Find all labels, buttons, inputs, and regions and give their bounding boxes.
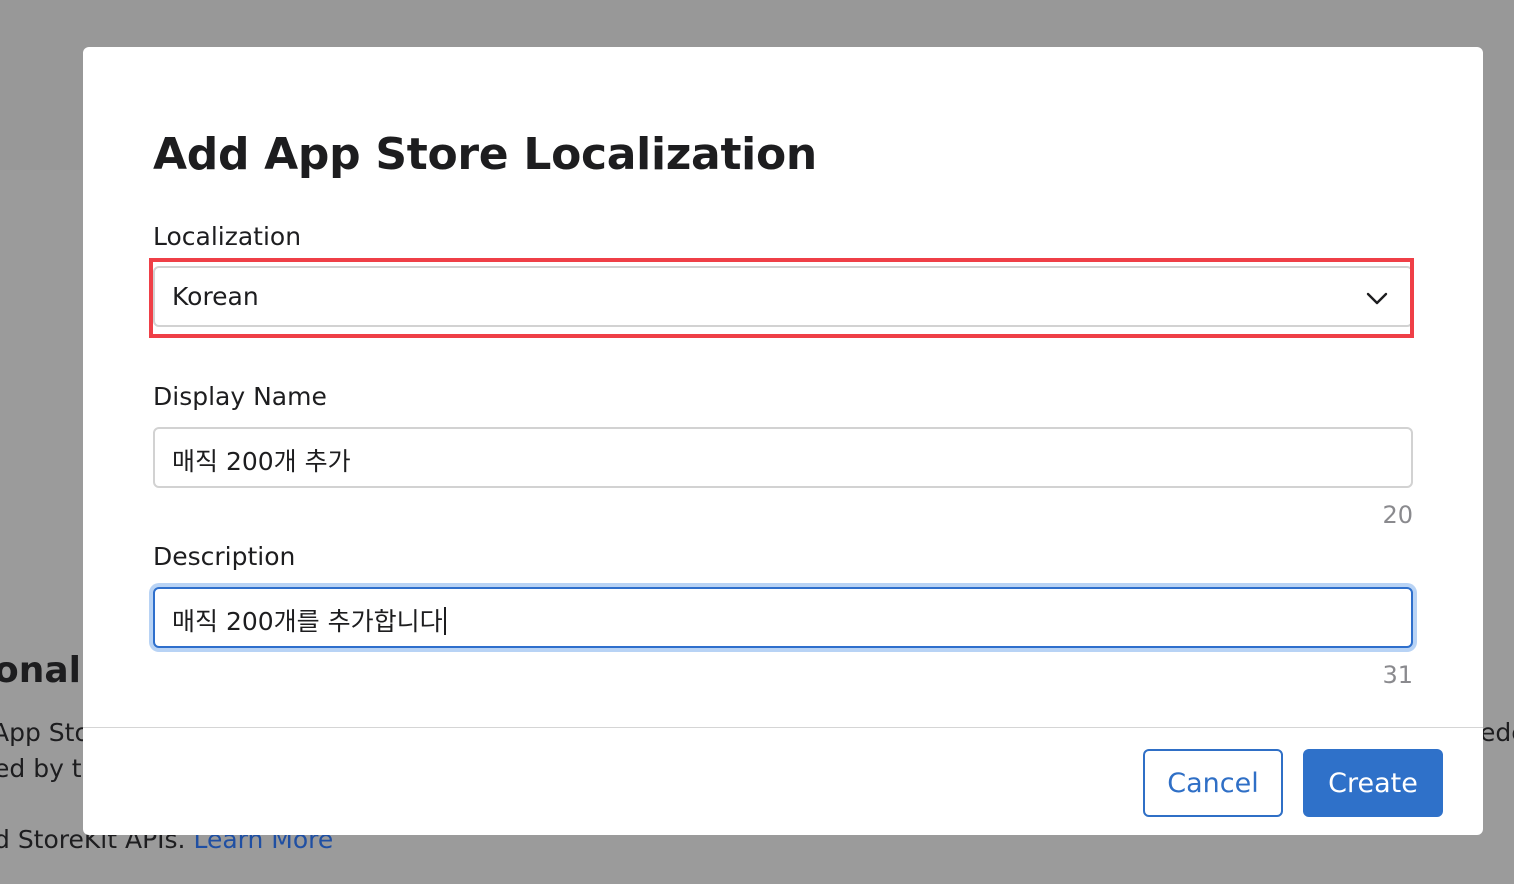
display-name-label: Display Name	[153, 382, 327, 411]
display-name-field[interactable]: 매직 200개 추가	[153, 427, 1413, 488]
description-counter: 31	[1382, 661, 1413, 689]
description-field[interactable]: 매직 200개를 추가합니다	[153, 587, 1413, 648]
background-text-fragment: ede	[1480, 718, 1514, 747]
display-name-counter: 20	[1382, 501, 1413, 529]
dialog-title: Add App Store Localization	[153, 129, 817, 180]
background-text-line: ed by tl	[0, 754, 89, 783]
localization-label: Localization	[153, 222, 302, 251]
add-localization-dialog: Add App Store Localization Localization …	[83, 47, 1483, 835]
create-button[interactable]: Create	[1303, 749, 1443, 817]
background-text-line: App Sto	[0, 718, 90, 747]
description-label: Description	[153, 542, 296, 571]
highlight-box	[149, 258, 1414, 338]
description-value: 매직 200개를 추가합니다	[172, 607, 443, 636]
text-caret	[443, 607, 446, 635]
description-value-wrap: 매직 200개를 추가합니다	[172, 602, 446, 638]
footer-divider	[83, 727, 1483, 728]
cancel-button[interactable]: Cancel	[1143, 749, 1283, 817]
display-name-value: 매직 200개 추가	[172, 447, 351, 476]
